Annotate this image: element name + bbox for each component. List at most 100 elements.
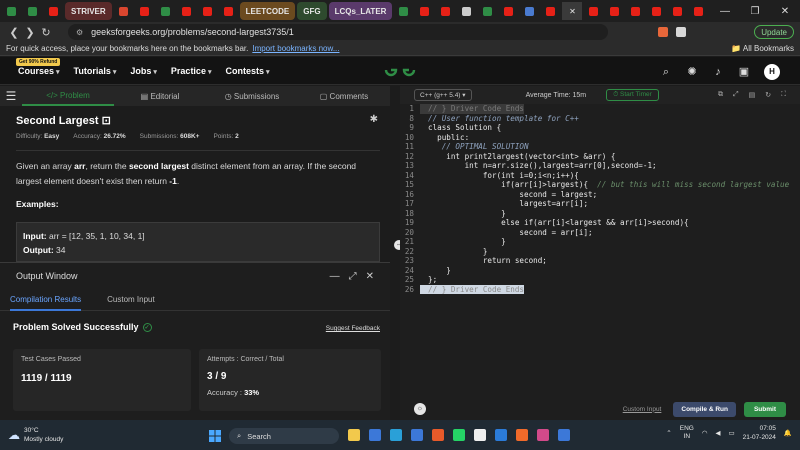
code-area[interactable]: 1 // } Driver Code Ends 8 // User function … xyxy=(400,104,800,398)
browser-tab[interactable]: STRIVER xyxy=(65,2,112,20)
browser-tab[interactable] xyxy=(541,2,560,20)
expand-icon[interactable]: ⤢ xyxy=(349,271,357,282)
fullscreen-icon[interactable]: ⛶ xyxy=(781,91,786,99)
forward-icon[interactable]: ❯ xyxy=(22,26,38,39)
notification-icon[interactable]: 🔔 xyxy=(784,429,792,437)
start-timer-button[interactable]: ⏱ Start Timer xyxy=(606,89,659,101)
tab-comments[interactable]: ▢ Comments xyxy=(298,92,390,101)
browser-tab[interactable]: LEETCODE xyxy=(239,2,296,20)
store-icon[interactable] xyxy=(369,429,381,441)
site-info-icon[interactable]: ⚙ xyxy=(76,28,83,37)
update-button[interactable]: Update xyxy=(754,25,794,39)
expand-icon[interactable]: ⤢ xyxy=(733,91,739,99)
todo-icon[interactable] xyxy=(495,429,507,441)
mail-icon[interactable] xyxy=(411,429,423,441)
nav-item-contests[interactable]: Contests ▾ xyxy=(225,66,269,76)
back-icon[interactable]: ❮ xyxy=(6,26,22,39)
minimize-window-icon[interactable]: — xyxy=(710,6,740,17)
suggest-feedback-link[interactable]: Suggest Feedback xyxy=(326,325,380,332)
browser-tab[interactable] xyxy=(626,2,645,20)
theme-icon[interactable]: ☼ xyxy=(414,403,426,415)
volume-icon[interactable]: ◀ xyxy=(716,429,721,437)
close-icon[interactable]: ✕ xyxy=(366,271,374,282)
nav-item-practice[interactable]: Practice ▾ xyxy=(171,66,212,76)
output-tab-compilation-results[interactable]: Compilation Results xyxy=(10,289,82,311)
battery-icon[interactable]: ▭ xyxy=(729,429,735,437)
gfg-logo[interactable] xyxy=(383,63,417,77)
browser-tab[interactable] xyxy=(23,2,42,20)
reload-icon[interactable]: ↻ xyxy=(38,26,54,39)
restore-window-icon[interactable]: ❐ xyxy=(740,6,770,17)
custom-input-link[interactable]: Custom Input xyxy=(623,406,662,413)
close-window-icon[interactable]: ✕ xyxy=(770,6,800,17)
panel-divider[interactable] xyxy=(390,86,400,420)
all-bookmarks-button[interactable]: 📁 All Bookmarks xyxy=(731,44,794,53)
active-browser-tab[interactable]: ✕ xyxy=(562,2,583,20)
nav-item-jobs[interactable]: Jobs ▾ xyxy=(130,66,157,76)
tab-problem[interactable]: </> Problem xyxy=(22,86,114,106)
theme-toggle-icon[interactable]: ✺ xyxy=(686,66,698,78)
browser-tab[interactable] xyxy=(436,2,455,20)
code-icon[interactable]: ▤ xyxy=(749,91,756,99)
taskbar-search[interactable]: ⌕ Search xyxy=(229,428,339,444)
bookmark-icon[interactable]: ⊡ xyxy=(102,115,111,127)
tab-submissions[interactable]: ◷ Submissions xyxy=(206,92,298,101)
notion-icon[interactable] xyxy=(474,429,486,441)
system-tray: ⌃ ENG IN ◠ ◀ ▭ 07:05 21-07-2024 🔔 xyxy=(666,424,792,442)
windows-start-icon[interactable] xyxy=(209,430,221,442)
app-icon[interactable] xyxy=(558,429,570,441)
clock[interactable]: 07:05 21-07-2024 xyxy=(743,424,776,442)
browser-tab[interactable] xyxy=(499,2,518,20)
browser-tab[interactable] xyxy=(689,2,708,20)
nav-item-courses[interactable]: Courses ▾ Get 90% Refund xyxy=(16,57,61,76)
search-icon[interactable]: ⌕ xyxy=(660,66,672,78)
whatsapp-icon[interactable] xyxy=(453,429,465,441)
browser-tab[interactable] xyxy=(44,2,63,20)
browser-tab[interactable] xyxy=(394,2,413,20)
hamburger-icon[interactable]: ☰ xyxy=(0,89,22,103)
brave-icon[interactable] xyxy=(432,429,444,441)
language-indicator[interactable]: ENG IN xyxy=(680,425,694,441)
browser-tab[interactable] xyxy=(415,2,434,20)
bell-icon[interactable]: ♪ xyxy=(712,66,724,78)
app-icon[interactable] xyxy=(537,429,549,441)
browser-tab[interactable] xyxy=(647,2,666,20)
compile-run-button[interactable]: Compile & Run xyxy=(673,401,736,417)
url-bar[interactable]: ⚙ geeksforgeeks.org/problems/second-larg… xyxy=(68,24,608,40)
chevron-up-icon[interactable]: ⌃ xyxy=(666,429,671,437)
reset-icon[interactable]: ↻ xyxy=(765,91,771,99)
browser-tab[interactable] xyxy=(520,2,539,20)
submit-button[interactable]: Submit xyxy=(743,401,786,417)
browser-tab[interactable] xyxy=(478,2,497,20)
browser-tab[interactable]: LCQs_LATER xyxy=(328,2,393,20)
nav-item-tutorials[interactable]: Tutorials ▾ xyxy=(74,66,117,76)
browser-tab[interactable] xyxy=(156,2,175,20)
brave-shield-icon[interactable] xyxy=(658,27,668,37)
translate-icon[interactable]: ▣ xyxy=(738,66,750,78)
browser-tab[interactable] xyxy=(457,2,476,20)
browser-tab[interactable] xyxy=(668,2,687,20)
folder-icon[interactable] xyxy=(348,429,360,441)
tab-editorial[interactable]: ▤ Editorial xyxy=(114,92,206,101)
weather-widget[interactable]: ☁ 30°C Mostly cloudy xyxy=(8,426,63,444)
browser-tab[interactable] xyxy=(114,2,133,20)
browser-tab[interactable] xyxy=(177,2,196,20)
copy-icon[interactable]: ⧉ xyxy=(718,91,723,99)
browser-tab[interactable] xyxy=(135,2,154,20)
edge-icon[interactable] xyxy=(390,429,402,441)
language-select[interactable]: C++ (g++ 5.4) ▾ xyxy=(414,89,472,101)
app-icon[interactable] xyxy=(516,429,528,441)
browser-tab[interactable] xyxy=(605,2,624,20)
bug-report-icon[interactable]: ✱ xyxy=(370,114,378,125)
wifi-icon[interactable]: ◠ xyxy=(702,429,708,437)
browser-tab[interactable]: GFG xyxy=(297,2,327,20)
extension-icon[interactable] xyxy=(676,27,686,37)
minimize-icon[interactable]: — xyxy=(330,271,340,282)
output-tab-custom-input[interactable]: Custom Input xyxy=(107,295,155,304)
browser-tab[interactable] xyxy=(219,2,238,20)
browser-tab[interactable] xyxy=(584,2,603,20)
avatar[interactable]: H xyxy=(764,64,780,80)
import-bookmarks-link[interactable]: Import bookmarks now... xyxy=(252,44,339,53)
browser-tab[interactable] xyxy=(2,2,21,20)
browser-tab[interactable] xyxy=(198,2,217,20)
